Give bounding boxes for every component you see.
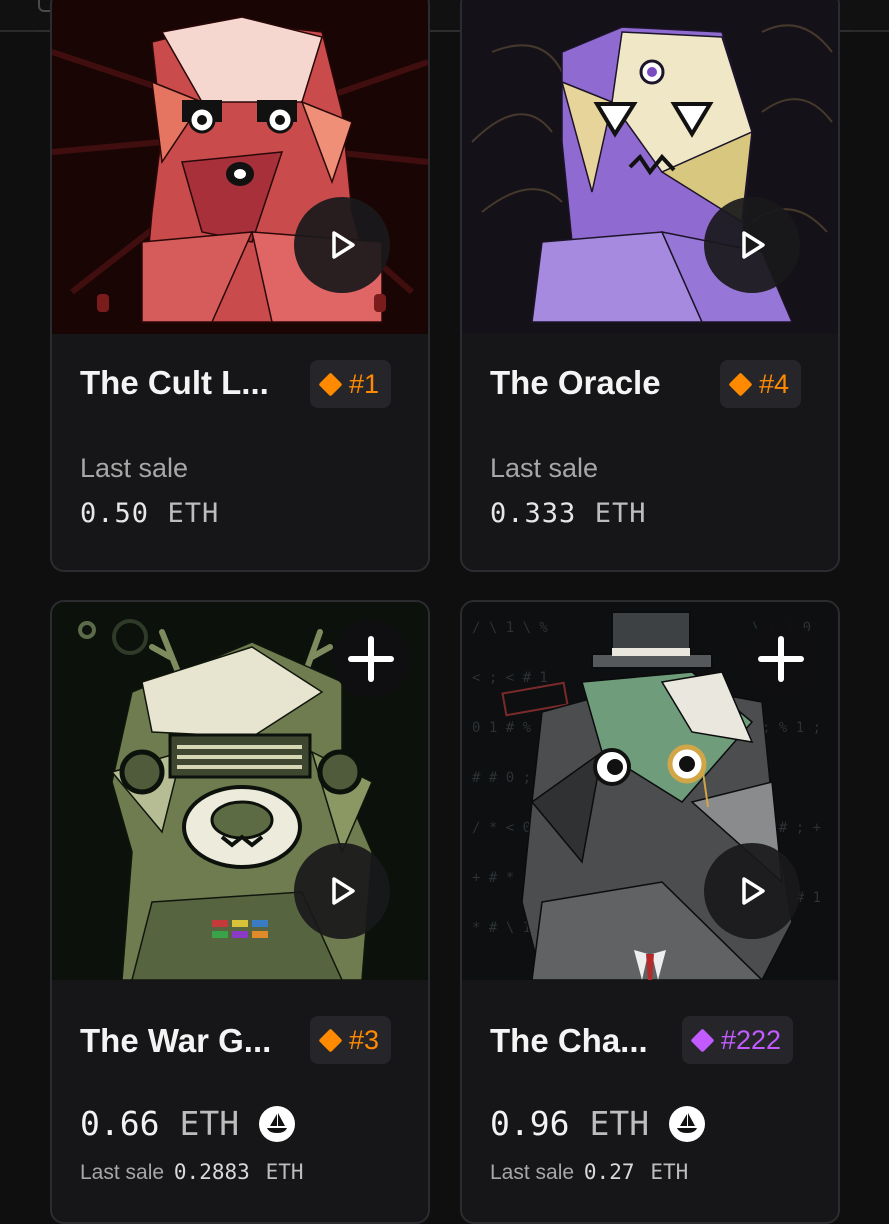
nft-title: The War G... [80,1022,272,1059]
rank-diamond-icon [690,1027,715,1053]
rank-badge: #1 [310,360,392,408]
last-sale-label: Last sale [80,1161,165,1184]
current-price: 0.66 ETH [80,1104,296,1143]
play-button[interactable] [294,843,390,939]
nft-card[interactable]: The War G... #3 0.66 ETH Last sale 0.288… [50,600,430,1224]
nft-artwork: / \ 1 \ % < ; < # 1 0 1 # % ; # # 0 ; / … [462,602,838,980]
svg-text:; % 1 ;: ; % 1 ; [762,720,821,736]
rank-diamond-icon [318,1027,343,1053]
play-button[interactable] [704,843,800,939]
last-sale-value: 0.27 [583,1160,635,1184]
opensea-icon [669,1105,706,1142]
last-sale-currency: ETH [167,498,220,529]
price-currency: ETH [589,1104,650,1143]
last-sale-label: Last sale [490,453,599,483]
rank-badge: #222 [682,1016,794,1064]
opensea-icon [259,1105,296,1142]
last-sale-label: Last sale [490,1161,575,1184]
play-icon [332,231,355,259]
last-sale-value: 0.333 [490,498,577,529]
rank-value: #4 [759,368,790,399]
last-sale-price: 0.333 ETH [490,498,647,529]
last-sale-value: 0.2883 [173,1160,250,1184]
price-value: 0.66 [80,1104,160,1143]
rank-badge: #4 [720,360,802,408]
nft-card[interactable]: / \ 1 \ % < ; < # 1 0 1 # % ; # # 0 ; / … [460,600,840,1224]
play-button[interactable] [294,197,390,293]
last-sale-currency: ETH [650,1160,689,1184]
add-to-cart-button[interactable] [332,620,410,698]
play-icon [742,231,765,259]
rank-diamond-icon [318,371,343,397]
price-currency: ETH [179,1104,240,1143]
play-icon [742,877,765,905]
nft-title: The Cha... [490,1022,648,1059]
nft-card[interactable]: The Cult L... #1 Last sale 0.50 ETH [50,0,430,572]
last-sale-summary: Last sale 0.2883 ETH [80,1160,304,1185]
svg-text:< ; < # 1: < ; < # 1 [472,670,548,686]
plus-icon [758,636,804,682]
svg-text:# # 0 ;: # # 0 ; [472,770,531,786]
last-sale-price: 0.50 ETH [80,498,219,529]
last-sale-currency: ETH [594,498,647,529]
current-price: 0.96 ETH [490,1104,706,1143]
play-icon [332,877,355,905]
svg-text:0 1 # % ;: 0 1 # % ; [472,720,548,736]
play-button[interactable] [704,197,800,293]
nft-title: The Oracle [490,364,661,401]
plus-icon [348,636,394,682]
nft-artwork [52,602,428,980]
nft-artwork [462,0,838,334]
nft-card[interactable]: The Oracle #4 Last sale 0.333 ETH [460,0,840,572]
rank-value: #222 [721,1024,782,1055]
rank-diamond-icon [728,371,753,397]
svg-text:/ \ 1 \ %: / \ 1 \ % [472,620,548,636]
last-sale-value: 0.50 [80,498,150,529]
last-sale-currency: ETH [265,1160,304,1184]
rank-value: #1 [349,368,380,399]
rank-badge: #3 [310,1016,392,1064]
nft-artwork [52,0,428,334]
price-value: 0.96 [490,1104,570,1143]
last-sale-label: Last sale [80,453,189,483]
nft-title: The Cult L... [80,364,269,401]
last-sale-summary: Last sale 0.27 ETH [490,1160,688,1185]
add-to-cart-button[interactable] [742,620,820,698]
rank-value: #3 [349,1024,380,1055]
